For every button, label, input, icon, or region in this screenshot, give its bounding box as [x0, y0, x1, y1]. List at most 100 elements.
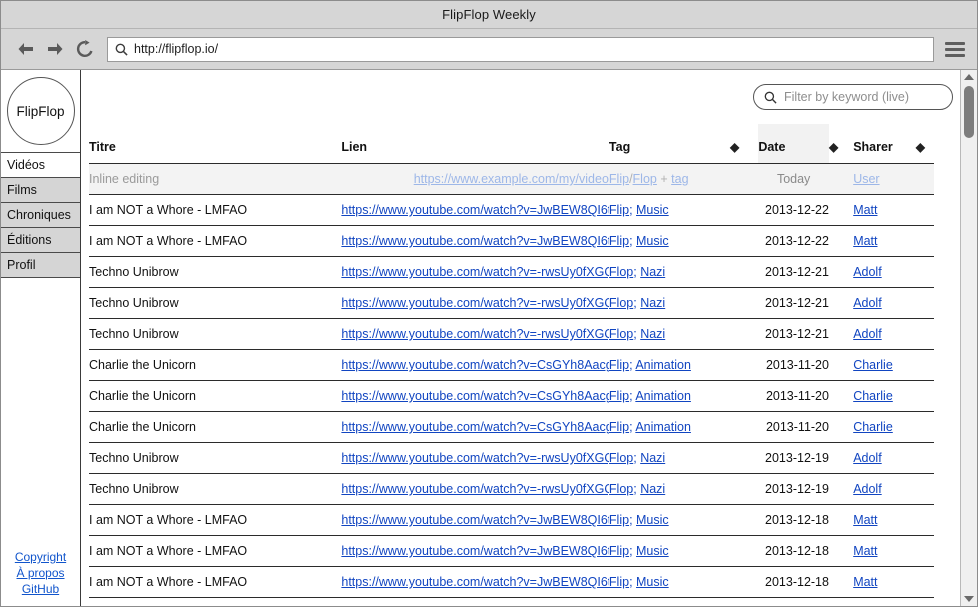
sharer-link[interactable]: Adolf	[853, 451, 882, 465]
cell-lien[interactable]: https://www.youtube.com/watch?v=CsGYh8Aa…	[341, 380, 609, 412]
scroll-up-button[interactable]	[961, 70, 977, 84]
cell-tag[interactable]: Flip; Music	[608, 504, 759, 536]
ghost-tag-flop[interactable]: Flop	[633, 172, 657, 186]
sort-date-button[interactable]: ◆	[828, 124, 854, 164]
table-row[interactable]: Charlie the Unicorn https://www.youtube.c…	[89, 411, 934, 443]
video-link[interactable]: https://www.youtube.com/watch?v=CsGYh8Aa…	[341, 358, 609, 372]
cell-tag[interactable]: Flop; Nazi	[608, 442, 759, 474]
cell-lien[interactable]: https://www.youtube.com/watch?v=CsGYh8Aa…	[341, 411, 609, 443]
tag-link-secondary[interactable]: Music	[636, 575, 669, 589]
cell-tag[interactable]: Flip; Music	[608, 597, 759, 606]
column-header-titre[interactable]: Titre	[89, 124, 342, 164]
cell-tag[interactable]: Flop; Nazi	[608, 287, 759, 319]
cell-tag[interactable]: Flip; Music	[608, 225, 759, 257]
cell-lien[interactable]: https://www.youtube.com/watch?v=JwBEW8QI…	[341, 566, 609, 598]
cell-titre[interactable]: I am NOT a Whore - LMFAO	[89, 535, 342, 567]
tag-link-primary[interactable]: Flop	[609, 482, 633, 496]
search-input[interactable]: Filter by keyword (live)	[753, 84, 953, 110]
table-row[interactable]: I am NOT a Whore - LMFAOhttps://www.yout…	[89, 566, 934, 598]
forward-button[interactable]	[40, 35, 70, 63]
tag-link-secondary[interactable]: Music	[636, 234, 669, 248]
table-row[interactable]: Techno Unibrow https://www.youtube.com/wa…	[89, 473, 934, 505]
table-row[interactable]: I am NOT a Whore - LMFAOhttps://www.yout…	[89, 504, 934, 536]
cell-lien[interactable]: https://www.youtube.com/watch?v=JwBEW8QI…	[341, 225, 609, 257]
sidebar-item-films[interactable]: Films	[1, 177, 80, 203]
cell-titre[interactable]: Techno Unibrow	[89, 442, 342, 474]
ghost-add-tag[interactable]: tag	[671, 172, 688, 186]
table-row[interactable]: Techno Unibrow https://www.youtube.com/wa…	[89, 318, 934, 350]
table-row[interactable]: Techno Unibrow https://www.youtube.com/wa…	[89, 442, 934, 474]
tag-link-primary[interactable]: Flip	[609, 234, 629, 248]
cell-tag[interactable]: Flip; Animation	[608, 411, 759, 443]
cell-lien[interactable]: https://www.youtube.com/watch?v=CsGYh8Aa…	[341, 349, 609, 381]
inline-editing-row[interactable]: Inline editing https://www.example.com/m…	[89, 163, 934, 195]
tag-link-secondary[interactable]: Music	[636, 513, 669, 527]
table-row[interactable]: I am NOT a Whore - LMFAOhttps://www.yout…	[89, 535, 934, 567]
cell-lien[interactable]: https://www.example.com/my/video	[341, 163, 609, 195]
video-link[interactable]: https://www.youtube.com/watch?v=-rwsUy0f…	[341, 451, 609, 465]
page-scrollbar[interactable]	[960, 70, 977, 606]
cell-sharer[interactable]: Adolf	[853, 473, 934, 505]
sharer-link[interactable]: Matt	[853, 234, 877, 248]
sort-tag-button[interactable]: ◆	[730, 124, 759, 164]
sharer-link[interactable]: Adolf	[853, 296, 882, 310]
cell-tag[interactable]: Flip; Animation	[608, 380, 759, 412]
sharer-link[interactable]: Charlie	[853, 358, 893, 372]
cell-sharer[interactable]: Matt	[853, 194, 934, 226]
sharer-link[interactable]: Adolf	[853, 482, 882, 496]
tag-link-secondary[interactable]: Animation	[635, 389, 691, 403]
footer-link-github[interactable]: GitHub	[22, 581, 59, 597]
cell-sharer[interactable]: Matt	[853, 535, 934, 567]
tag-link-primary[interactable]: Flip	[609, 420, 629, 434]
video-link[interactable]: https://www.youtube.com/watch?v=CsGYh8Aa…	[341, 389, 609, 403]
video-link[interactable]: https://www.youtube.com/watch?v=JwBEW8QI…	[341, 203, 609, 217]
cell-sharer[interactable]: Adolf	[853, 256, 934, 288]
tag-link-secondary[interactable]: Nazi	[640, 482, 665, 496]
cell-sharer[interactable]: User	[853, 163, 934, 195]
cell-titre[interactable]: Charlie the Unicorn	[89, 411, 342, 443]
tag-link-primary[interactable]: Flip	[609, 203, 629, 217]
cell-sharer[interactable]: Matt	[853, 225, 934, 257]
table-row[interactable]: I am NOT a Whore - LMFAOhttps://www.yout…	[89, 225, 934, 257]
table-row[interactable]: Techno Unibrow https://www.youtube.com/wa…	[89, 287, 934, 319]
sharer-link[interactable]: Charlie	[853, 389, 893, 403]
cell-titre[interactable]: I am NOT a Whore - LMFAO	[89, 597, 342, 606]
video-link[interactable]: https://www.youtube.com/watch?v=JwBEW8QI…	[341, 234, 609, 248]
tag-link-secondary[interactable]: Music	[636, 203, 669, 217]
cell-lien[interactable]: https://www.youtube.com/watch?v=JwBEW8QI…	[341, 597, 609, 606]
cell-tag[interactable]: Flip/Flop + tag	[608, 163, 759, 195]
cell-lien[interactable]: https://www.youtube.com/watch?v=JwBEW8QI…	[341, 504, 609, 536]
cell-tag[interactable]: Flip; Music	[608, 535, 759, 567]
cell-lien[interactable]: https://www.youtube.com/watch?v=-rwsUy0f…	[341, 287, 609, 319]
scroll-down-button[interactable]	[961, 592, 977, 606]
table-row[interactable]: Charlie the Unicorn https://www.youtube.c…	[89, 380, 934, 412]
video-link[interactable]: https://www.youtube.com/watch?v=-rwsUy0f…	[341, 327, 609, 341]
tag-link-secondary[interactable]: Nazi	[640, 327, 665, 341]
tag-link-secondary[interactable]: Music	[636, 544, 669, 558]
tag-link-primary[interactable]: Flop	[609, 451, 633, 465]
cell-sharer[interactable]: Charlie	[853, 411, 934, 443]
cell-sharer[interactable]: Matt	[853, 566, 934, 598]
back-button[interactable]	[10, 35, 40, 63]
cell-titre[interactable]: Inline editing	[89, 163, 342, 195]
table-row[interactable]: I am NOT a Whore - LMFAOhttps://www.yout…	[89, 597, 934, 606]
cell-titre[interactable]: I am NOT a Whore - LMFAO	[89, 504, 342, 536]
tag-link-secondary[interactable]: Animation	[635, 358, 691, 372]
cell-titre[interactable]: Techno Unibrow	[89, 287, 342, 319]
column-header-sharer[interactable]: Sharer	[853, 124, 916, 164]
cell-titre[interactable]: I am NOT a Whore - LMFAO	[89, 566, 342, 598]
cell-tag[interactable]: Flop; Nazi	[608, 473, 759, 505]
cell-tag[interactable]: Flop; Nazi	[608, 256, 759, 288]
cell-lien[interactable]: https://www.youtube.com/watch?v=JwBEW8QI…	[341, 194, 609, 226]
cell-sharer[interactable]: Charlie	[853, 349, 934, 381]
table-row[interactable]: I am NOT a Whore - LMFAOhttps://www.yout…	[89, 194, 934, 226]
cell-lien[interactable]: https://www.youtube.com/watch?v=JwBEW8QI…	[341, 535, 609, 567]
cell-lien[interactable]: https://www.youtube.com/watch?v=-rwsUy0f…	[341, 442, 609, 474]
cell-titre[interactable]: Techno Unibrow	[89, 318, 342, 350]
tag-link-secondary[interactable]: Animation	[635, 420, 691, 434]
video-link[interactable]: https://www.youtube.com/watch?v=CsGYh8Aa…	[341, 420, 609, 434]
tag-link-primary[interactable]: Flip	[609, 389, 629, 403]
sidebar-item-videos[interactable]: Vidéos	[1, 152, 80, 178]
url-bar[interactable]: http://flipflop.io/	[107, 36, 934, 62]
footer-link-copyright[interactable]: Copyright	[15, 549, 66, 565]
